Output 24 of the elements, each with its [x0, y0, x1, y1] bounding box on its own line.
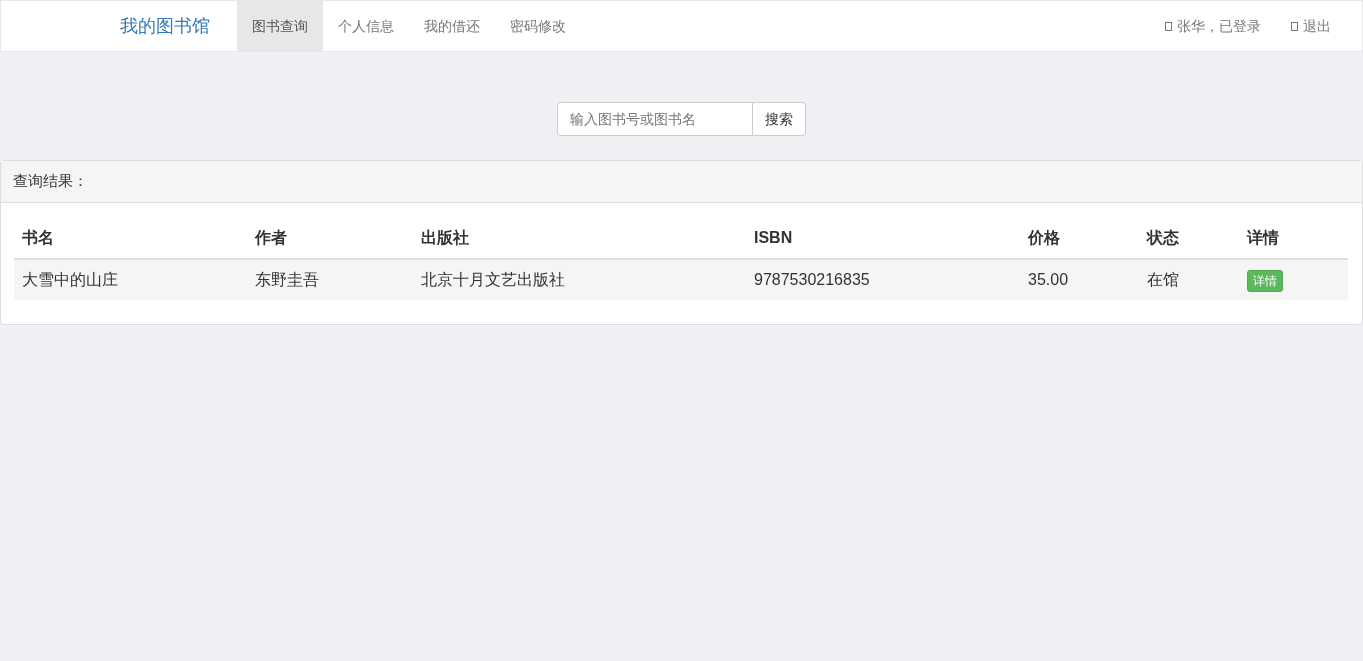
table-cell: 北京十月文艺出版社	[413, 258, 746, 300]
table-cell: 大雪中的山庄	[14, 258, 247, 300]
column-header: ISBN	[746, 217, 1020, 259]
table-cell: 9787530216835	[746, 258, 1020, 300]
nav-link[interactable]: 退出	[1276, 1, 1346, 51]
column-header: 书名	[14, 217, 247, 259]
nav-tab[interactable]: 我的借还	[409, 1, 495, 51]
column-header: 出版社	[413, 217, 746, 259]
nav-tab[interactable]: 个人信息	[323, 1, 409, 51]
table-cell: 35.00	[1020, 258, 1139, 300]
brand-link[interactable]: 我的图书馆	[120, 12, 210, 40]
nav-link[interactable]: 张华，已登录	[1150, 1, 1276, 51]
nav-tab[interactable]: 图书查询	[237, 1, 323, 51]
table-cell: 在馆	[1139, 258, 1239, 300]
search-field[interactable]: 输入图书号或图书名	[557, 102, 753, 136]
column-header: 详情	[1239, 217, 1348, 259]
column-header: 状态	[1139, 217, 1239, 259]
nav-tab[interactable]: 密码修改	[495, 1, 581, 51]
column-header: 作者	[247, 217, 413, 259]
table-cell: 东野圭吾	[247, 258, 413, 300]
search-button[interactable]: 搜索	[753, 102, 806, 136]
column-header: 价格	[1020, 217, 1139, 259]
detail-button[interactable]: 详情	[1247, 269, 1283, 292]
panel-title: 查询结果：	[1, 161, 1362, 203]
